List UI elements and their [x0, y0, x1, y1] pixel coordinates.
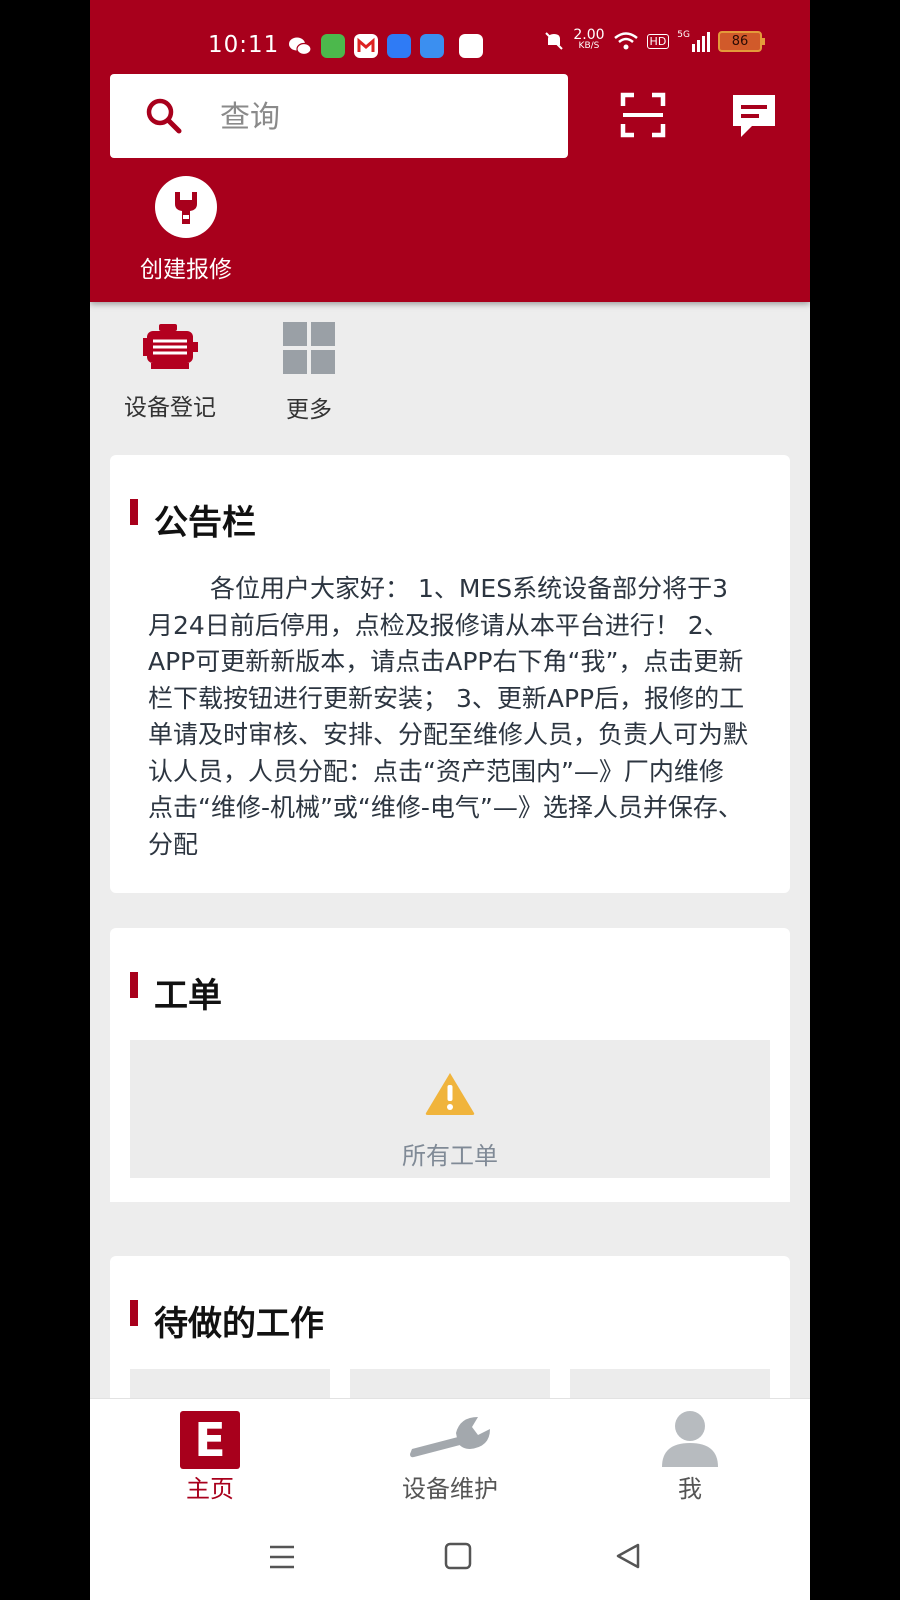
create-repair-label: 创建报修 — [140, 257, 232, 283]
hd-badge: HD — [646, 33, 670, 49]
notice-title-text: 公告栏 — [154, 503, 256, 543]
search-input[interactable] — [218, 94, 552, 140]
tab-maintenance-label: 设备维护 — [402, 1475, 498, 1503]
all-workorders-label: 所有工单 — [402, 1142, 498, 1170]
wrench-icon — [155, 176, 217, 238]
quick-item-label: 更多 — [286, 397, 332, 423]
message-icon[interactable] — [730, 92, 778, 140]
tab-home-label: 主页 — [186, 1475, 234, 1503]
tab-me[interactable]: 我 — [570, 1399, 810, 1519]
signal-icon: 5G — [677, 30, 710, 52]
all-workorders-button[interactable]: 所有工单 — [130, 1040, 770, 1178]
home-logo-icon: E — [180, 1411, 240, 1469]
workorder-title: 工单 — [130, 968, 222, 1017]
phone-screen: 10:11 2.00 KB/S HD 5G 86 查询 创建报修 设备登记 更多… — [90, 0, 810, 1600]
status-bar: 10:11 2.00 KB/S HD 5G 86 — [90, 0, 810, 70]
more-notifications-dot — [459, 34, 483, 58]
scan-icon[interactable] — [620, 92, 666, 138]
quick-item-more[interactable]: 更多 — [244, 322, 374, 424]
status-right: 2.00 KB/S HD 5G 86 — [543, 27, 765, 52]
wifi-icon — [613, 32, 638, 50]
todo-title: 待做的工作 — [130, 1296, 324, 1345]
notification-icons — [288, 34, 483, 58]
status-time: 10:11 — [208, 32, 280, 58]
back-icon[interactable] — [614, 1542, 642, 1570]
todo-title-text: 待做的工作 — [154, 1304, 324, 1344]
mail-app-icon — [354, 34, 378, 58]
tab-equipment-maintenance[interactable]: 设备维护 — [330, 1399, 570, 1519]
system-nav-bar — [90, 1518, 810, 1600]
app-header: 10:11 2.00 KB/S HD 5G 86 查询 创建报修 — [90, 0, 810, 302]
mute-icon — [545, 32, 564, 50]
battery-indicator: 86 — [718, 30, 765, 52]
notice-title: 公告栏 — [130, 495, 256, 544]
quick-item-equipment-register[interactable]: 设备登记 — [105, 322, 235, 422]
bottom-tab-bar: E 主页 设备维护 我 — [90, 1398, 810, 1519]
search-icon — [146, 98, 182, 134]
menu-icon[interactable] — [268, 1544, 296, 1570]
notice-card: 公告栏 各位用户大家好： 1、MES系统设备部分将于3月24日前后停用，点检及报… — [110, 455, 790, 893]
machine-icon — [143, 324, 198, 369]
files-app-icon — [420, 34, 444, 58]
notice-text: 各位用户大家好： 1、MES系统设备部分将于3月24日前后停用，点检及报修请从本… — [148, 571, 748, 863]
grid-icon — [283, 322, 335, 374]
net-speed-value: 2.00 — [573, 27, 605, 43]
workorder-title-text: 工单 — [154, 976, 222, 1016]
todo-card: 待做的工作 — [110, 1256, 790, 1416]
signal-label: 5G — [677, 30, 690, 40]
wechat-icon — [288, 34, 312, 58]
warning-icon — [425, 1073, 475, 1115]
user-icon — [662, 1411, 718, 1467]
home-nav-icon[interactable] — [444, 1542, 472, 1570]
create-repair-button[interactable]: 创建报修 — [126, 176, 246, 284]
message-app-icon — [321, 34, 345, 58]
tab-home[interactable]: E 主页 — [90, 1399, 330, 1519]
workorder-card: 工单 所有工单 — [110, 928, 790, 1202]
quick-item-label: 设备登记 — [124, 395, 216, 421]
notice-body: 各位用户大家好： 1、MES系统设备部分将于3月24日前后停用，点检及报修请从本… — [148, 574, 749, 859]
search-bar[interactable] — [110, 74, 568, 158]
tab-me-label: 我 — [678, 1475, 702, 1503]
wrench-icon — [410, 1417, 490, 1458]
feishu-app-icon — [387, 34, 411, 58]
net-speed: 2.00 KB/S — [573, 27, 605, 52]
